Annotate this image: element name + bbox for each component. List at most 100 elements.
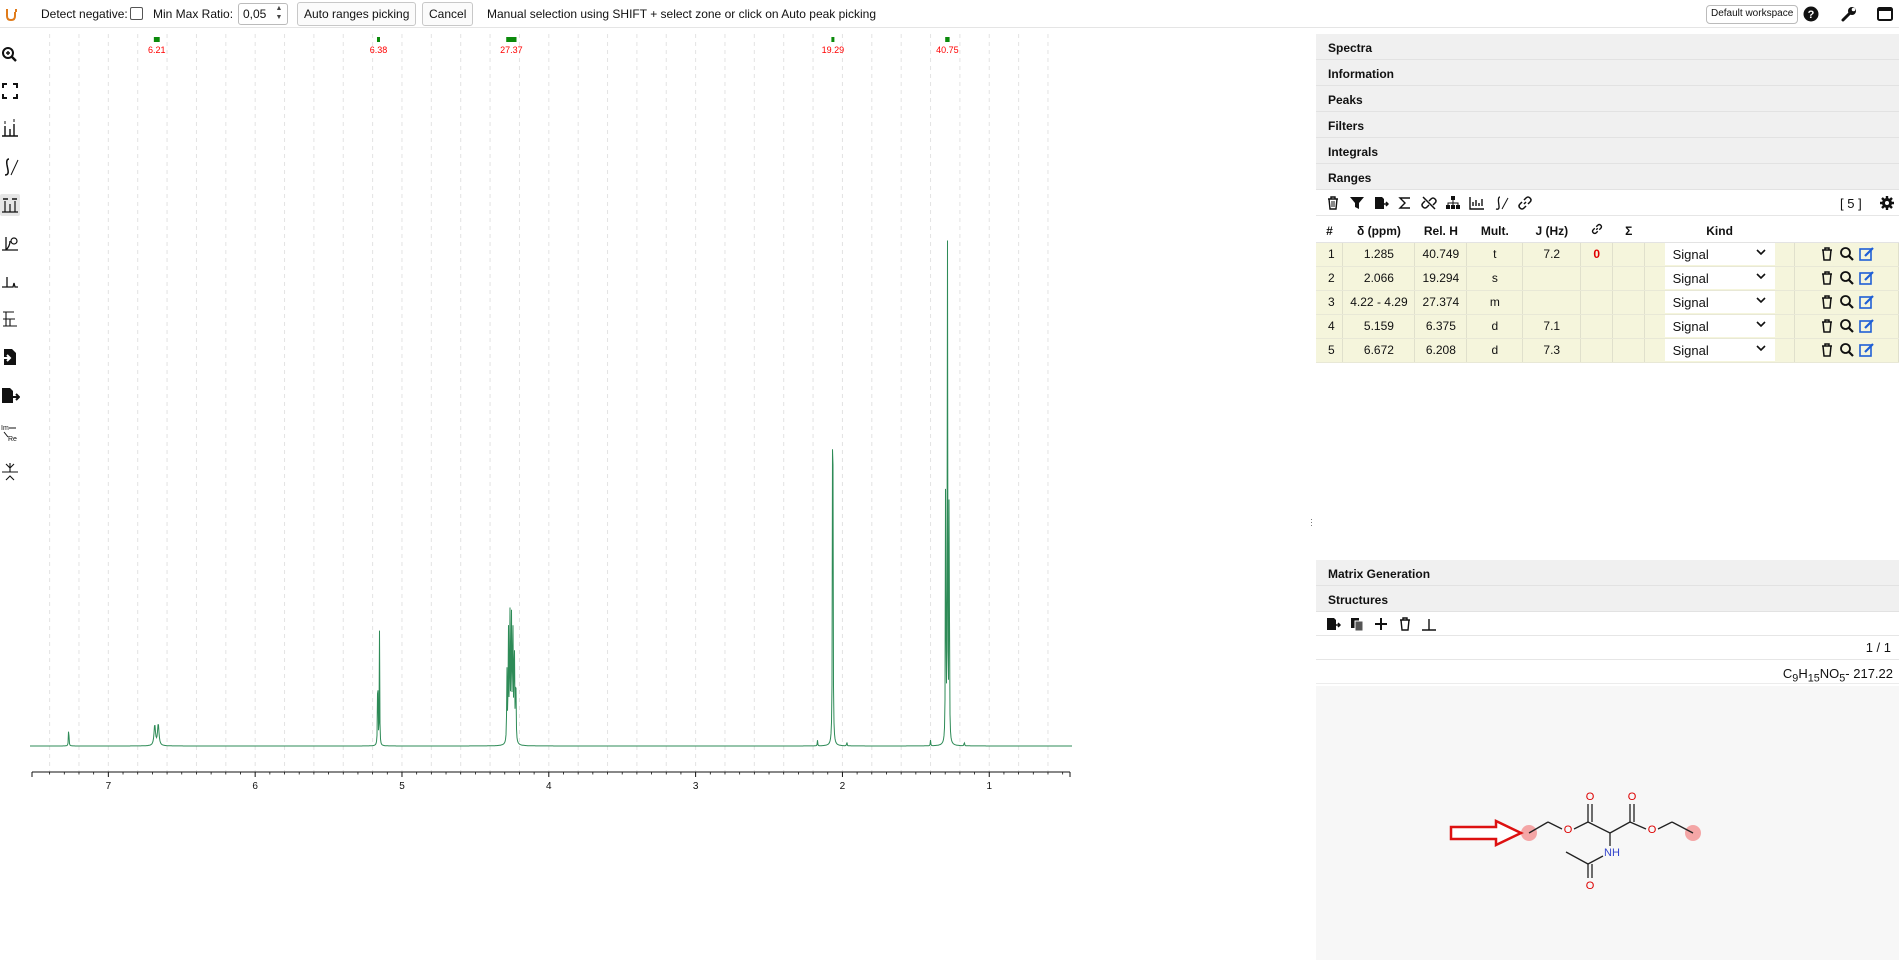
window-icon[interactable] [1876,5,1894,23]
range-delta[interactable]: 4.22 - 4.29 [1342,290,1416,315]
section-information[interactable]: Information [1316,60,1899,86]
section-filters[interactable]: Filters [1316,112,1899,138]
zoom-icon[interactable] [1837,294,1857,310]
import-icon[interactable] [0,346,20,368]
integral-icon[interactable] [1493,195,1509,211]
kind-select[interactable]: Signal [1664,315,1775,337]
gear-icon[interactable] [1879,195,1895,211]
range-marker[interactable] [506,37,517,42]
auto-ranges-picking-button[interactable]: Auto ranges picking [297,2,417,26]
section-spectra[interactable]: Spectra [1316,34,1899,60]
export-icon[interactable] [0,384,20,406]
range-marker[interactable] [153,37,160,42]
edit-icon[interactable] [1857,294,1877,310]
kind-select[interactable]: Signal [1664,243,1775,265]
range-relh[interactable]: 6.375 [1414,314,1468,339]
cancel-button[interactable]: Cancel [422,2,474,26]
range-relh[interactable]: 6.208 [1414,338,1468,363]
edit-icon[interactable] [1857,246,1877,262]
col-delta[interactable]: δ (ppm) [1342,220,1415,243]
section-integrals[interactable]: Integrals [1316,138,1899,164]
col-relh[interactable]: Rel. H [1414,220,1467,243]
table-row[interactable]: 4 5.159 6.375 d 7.1 Signal [1316,314,1899,339]
structure-pager: 1 / 1 [1316,636,1899,660]
unlink-icon[interactable] [1421,195,1437,211]
delete-icon[interactable] [1817,342,1837,358]
zoom-icon[interactable] [1837,246,1857,262]
table-row[interactable]: 2 2.066 19.294 s Signal [1316,266,1899,291]
delete-icon[interactable] [1817,294,1837,310]
kind-select[interactable]: Signal [1664,267,1775,289]
help-icon[interactable]: ? [1802,5,1820,23]
range-relh[interactable]: 27.374 [1414,290,1468,315]
molecule-structure[interactable]: O O O O O NH [1316,686,1899,960]
link-icon[interactable] [1517,195,1533,211]
range-relh[interactable]: 40.749 [1414,242,1468,267]
delete-icon[interactable] [1817,270,1837,286]
fullscreen-icon[interactable] [0,80,20,102]
structure-viewer[interactable]: O O O O O NH [1316,686,1899,960]
wrench-icon[interactable] [1840,5,1858,23]
range-delta[interactable]: 1.285 [1342,242,1416,267]
section-ranges[interactable]: Ranges [1316,164,1899,190]
edit-icon[interactable] [1857,342,1877,358]
range-delta[interactable]: 5.159 [1342,314,1416,339]
kind-select[interactable]: Signal [1664,339,1775,361]
range-delta[interactable]: 6.672 [1342,338,1416,363]
add-icon[interactable] [1373,616,1389,632]
integral-icon[interactable] [0,156,20,178]
table-row[interactable]: 3 4.22 - 4.29 27.374 m Signal [1316,290,1899,315]
zoom-icon[interactable] [1837,318,1857,334]
range-marker[interactable] [945,37,950,42]
zoom-icon[interactable] [1837,342,1857,358]
spectrum-line[interactable] [30,240,1072,747]
ratio-stepper-icon[interactable]: ▲ ▼ [272,4,286,24]
filter-icon[interactable] [1349,195,1365,211]
range-integral-label[interactable]: 6.38 [370,45,388,55]
app-logo-icon[interactable] [4,6,20,22]
range-integral-label[interactable]: 40.75 [936,45,959,55]
delete-icon[interactable] [1817,318,1837,334]
range-marker[interactable] [831,37,835,42]
ranges-picking-icon[interactable] [0,194,20,216]
range-kind-cell: Signal [1644,338,1796,363]
workspace-button[interactable]: Default workspace [1706,5,1799,24]
range-marker[interactable] [376,37,380,42]
chart-icon[interactable] [1469,195,1485,211]
export-icon[interactable] [1373,195,1389,211]
zoom-icon[interactable] [0,44,20,66]
formula-mass: - 217.22 [1845,666,1893,681]
real-imaginary-icon[interactable]: Im Re [0,422,20,444]
sum-icon[interactable] [1397,195,1413,211]
spectra-alignment-icon[interactable] [0,460,20,482]
section-matrix-generation[interactable]: Matrix Generation [1316,560,1899,586]
section-structures[interactable]: Structures [1316,586,1899,612]
copy-icon[interactable] [1349,616,1365,632]
table-row[interactable]: 5 6.672 6.208 d 7.3 Signal [1316,338,1899,363]
delete-icon[interactable] [1325,195,1341,211]
peak-icon[interactable] [1421,616,1437,632]
range-integral-label[interactable]: 19.29 [822,45,845,55]
delete-icon[interactable] [1817,246,1837,262]
section-peaks[interactable]: Peaks [1316,86,1899,112]
export-icon[interactable] [1325,616,1341,632]
phase-correction-icon[interactable] [0,232,20,254]
range-delta[interactable]: 2.066 [1342,266,1416,291]
kind-select[interactable]: Signal [1664,291,1775,313]
tree-icon[interactable] [1445,195,1461,211]
multiplet-analysis-icon[interactable] [0,308,20,330]
peak-picking-icon[interactable] [0,118,20,140]
zoom-icon[interactable] [1837,270,1857,286]
delete-icon[interactable] [1397,616,1413,632]
table-row[interactable]: 1 1.285 40.749 t 7.2 0 Signal [1316,242,1899,267]
spectrum-chart[interactable]: 6.21 6.38 27.37 19.29 40.75 7 6 5 4 3 2 1 [22,34,1306,960]
edit-icon[interactable] [1857,318,1877,334]
range-integral-label[interactable]: 27.37 [500,45,523,55]
range-relh[interactable]: 19.294 [1414,266,1468,291]
range-integral-label[interactable]: 6.21 [148,45,166,55]
spectrum-viewer[interactable]: 6.21 6.38 27.37 19.29 40.75 7 6 5 4 3 2 1 [22,34,1306,960]
baseline-correction-icon[interactable] [0,270,20,292]
panel-splitter-handle[interactable]: · · · [1310,515,1313,530]
detect-negative-checkbox[interactable] [130,7,143,20]
edit-icon[interactable] [1857,270,1877,286]
